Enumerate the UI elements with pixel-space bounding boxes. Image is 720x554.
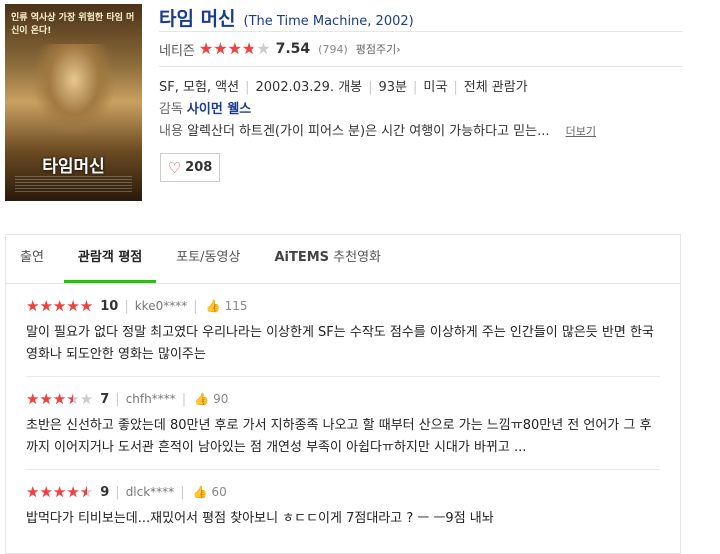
age-rating: 전체 관람가 (463, 80, 528, 95)
runtime: 93분 (378, 80, 408, 95)
review-stars: ★★★★★★★★★★ (26, 484, 93, 500)
thumbs-up-icon[interactable]: 👍 (206, 299, 221, 313)
tab-recommend[interactable]: AiTEMS 추천영화 (260, 235, 395, 283)
review-likes: 90 (213, 392, 229, 406)
review-stars: ★★★★★★★★★★ (26, 298, 93, 314)
review-item: ★★★★★ ★★★★★ 10 | kke0**** | 👍 115 말이 필요가 … (26, 284, 660, 377)
review-item: ★★★★★★★★★★ 9 | dlck**** | 👍 60 밥먹다가 티비보는… (26, 470, 660, 540)
description-line: 내용 알렉산더 하트겐(가이 피어스 분)은 시간 여행이 가능하다고 믿는..… (159, 121, 683, 143)
aitems-logo: AiTEMS (274, 250, 330, 265)
rating-count: (794) (318, 42, 348, 56)
review-likes: 60 (211, 485, 227, 499)
description-label: 내용 (159, 124, 183, 139)
review-score: 9 (100, 484, 110, 500)
more-link[interactable]: 더보기 (566, 125, 596, 138)
rating-stars: ★★★★★ ★★★★★ (199, 41, 271, 57)
review-user: chfh**** (125, 392, 176, 406)
poster-tagline: 인류 역사상 가장 위험한 타임 머신이 온다! (11, 13, 135, 36)
tab-bar: 출연 관람객 평점 포토/동영상 AiTEMS 추천영화 (6, 235, 680, 284)
review-text: 밥먹다가 티비보는데...재밌어서 평점 찾아보니 ㅎㄷㄷ이게 7점대라고 ? … (26, 511, 494, 526)
star-filled-icon: ★★★★★ (26, 298, 94, 314)
star-filled-icon: ★★★★★ (198, 41, 253, 57)
director-line: 감독 사이먼 웰스 (159, 99, 683, 121)
movie-meta: SF, 모험, 액션 | 2002.03.29. 개봉 | 93분 | 미국 | 전체 관람가 … (159, 67, 683, 143)
title-row: 타임 머신 (The Time Machine, 2002) (159, 0, 683, 32)
review-text: 초반은 신선하고 좋았는데 80만년 후로 가서 지하종족 나오고 할 때부터 … (26, 418, 652, 455)
movie-poster[interactable]: 인류 역사상 가장 위험한 타임 머신이 온다! 타임머신 (5, 4, 142, 201)
meta-line: SF, 모험, 액션 | 2002.03.29. 개봉 | 93분 | 미국 | 전체 관람가 (159, 80, 528, 95)
movie-info: 타임 머신 (The Time Machine, 2002) 네티즌 ★★★★★… (159, 0, 683, 143)
release-date: 2002.03.29. 개봉 (255, 80, 363, 95)
reviews-panel: 출연 관람객 평점 포토/동영상 AiTEMS 추천영화 ★★★★★ ★★★★★ … (5, 234, 681, 554)
rating-score: 7.54 (275, 41, 311, 57)
review-user: dlck**** (125, 485, 175, 499)
country: 미국 (423, 80, 448, 95)
movie-title[interactable]: 타임 머신 (159, 4, 236, 31)
review-item: ★★★★★★★★★★ 7 | chfh**** | 👍 90 초반은 신선하고 … (26, 377, 660, 470)
heart-icon: ♡ (167, 158, 182, 177)
director-link[interactable]: 사이먼 웰스 (187, 102, 251, 117)
director-label: 감독 (159, 102, 183, 117)
like-button[interactable]: ♡ 208 (160, 153, 220, 182)
description: 알렉산더 하트겐(가이 피어스 분)은 시간 여행이 가능하다고 믿는... (187, 124, 550, 139)
star-filled-icon: ★★★★★ (26, 391, 73, 407)
movie-original-title: (The Time Machine, 2002) (243, 14, 414, 29)
genre: SF, 모험, 액션 (159, 80, 240, 95)
rating-label: 네티즌 (159, 43, 195, 59)
review-user: kke0**** (134, 299, 188, 313)
review-likes: 115 (224, 299, 248, 313)
poster-title: 타임머신 (42, 157, 105, 177)
review-score: 10 (100, 298, 119, 314)
tab-audience-rating[interactable]: 관람객 평점 (63, 235, 157, 283)
rate-button[interactable]: 평점주기› (356, 41, 401, 57)
review-score: 7 (100, 391, 110, 407)
star-filled-icon: ★★★★★ (26, 484, 87, 500)
review-stars: ★★★★★★★★★★ (26, 391, 93, 407)
tab-photo-video[interactable]: 포토/동영상 (162, 235, 254, 283)
review-text: 말이 필요가 없다 정말 최고였다 우리나라는 이상한게 SF는 수작도 점수를… (26, 325, 654, 362)
poster-figures (35, 44, 113, 134)
tab-cast[interactable]: 출연 (6, 235, 58, 283)
thumbs-up-icon[interactable]: 👍 (193, 485, 208, 499)
poster-credits (15, 176, 132, 194)
like-count: 208 (185, 160, 213, 175)
rating-row: 네티즌 ★★★★★ ★★★★★ 7.54 (794) 평점주기› (159, 32, 683, 67)
thumbs-up-icon[interactable]: 👍 (194, 392, 209, 406)
